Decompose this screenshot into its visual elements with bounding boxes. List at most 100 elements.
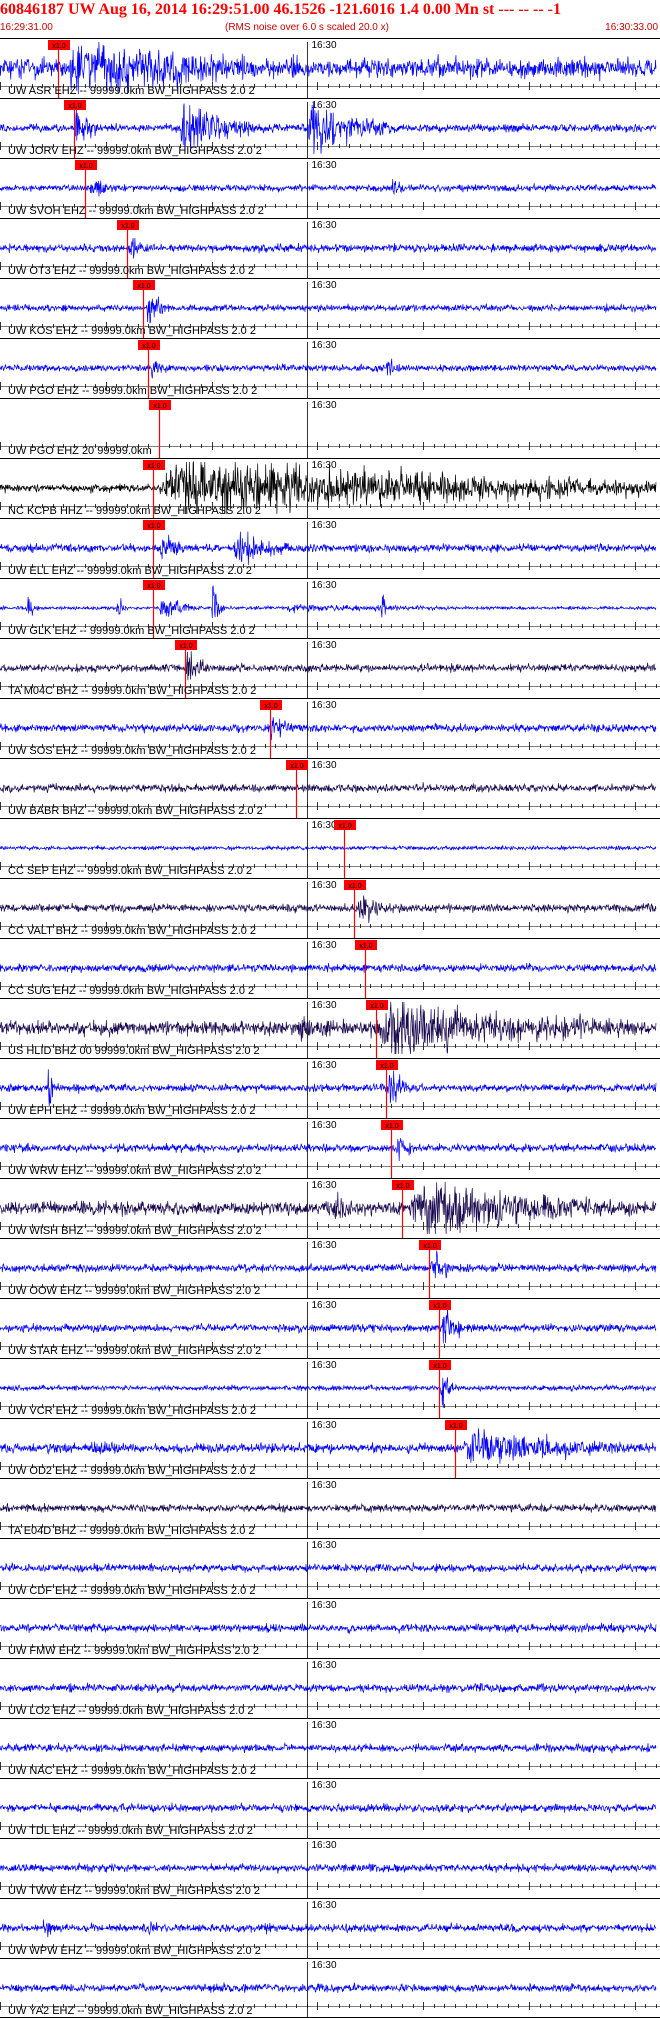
waveform bbox=[0, 782, 657, 794]
pick-label: x1.0 bbox=[147, 583, 160, 590]
trace-row: 16:30 x1.0 UW SOS EHZ -- 99999.0km BW_HIGH… bbox=[0, 698, 660, 758]
trace-row: 16:30 x1.0 UW OOW EHZ -- 99999.0km BW_HIGH… bbox=[0, 1238, 660, 1298]
trace-row: 16:30 x1.0 UW PGO EHZ 20 99999.0km bbox=[0, 398, 660, 458]
minute-label: 16:30 bbox=[312, 1720, 337, 1731]
pick-label: x1.0 bbox=[142, 343, 155, 350]
trace-row: 16:30 x1.0 UW WRW EHZ -- 99999.0km BW_HIGH… bbox=[0, 1118, 660, 1178]
station-label: UW TDL EHZ -- 99999.0km BW_HIGHPASS 2.0 … bbox=[8, 1825, 253, 1837]
minute-label: 16:30 bbox=[312, 1180, 337, 1191]
pick-label: x1.0 bbox=[137, 283, 150, 290]
minute-label: 16:30 bbox=[312, 460, 337, 471]
station-label: UW OD2 EHZ -- 99999.0km BW_HIGHPASS 2.0 … bbox=[8, 1465, 255, 1477]
pick-label: x1.0 bbox=[68, 103, 81, 110]
minute-label: 16:30 bbox=[312, 640, 337, 651]
minute-label: 16:30 bbox=[312, 400, 337, 411]
seismogram-header: 60846187 UW Aug 16, 2014 16:29:51.00 46.… bbox=[0, 0, 660, 38]
station-label: UW WPW EHZ -- 99999.0km BW_HIGHPASS 2.0 … bbox=[8, 1945, 261, 1957]
minute-label: 16:30 bbox=[312, 160, 337, 171]
trace-row: 16:30 x1.0 UW BABR BHZ -- 99999.0km BW_HIG… bbox=[0, 758, 660, 818]
minute-label: 16:30 bbox=[312, 1660, 337, 1671]
pick-label: x1.0 bbox=[79, 163, 92, 170]
station-label: UW JORV EHZ -- 99999.0km BW_HIGHPASS 2.0… bbox=[8, 145, 262, 157]
pick-label: x1.0 bbox=[147, 523, 160, 530]
minute-label: 16:30 bbox=[312, 880, 337, 891]
station-label: UW ASR EHZ -- 99999.0km BW_HIGHPASS 2.0 … bbox=[8, 85, 255, 97]
waveform bbox=[0, 1862, 657, 1874]
pick-label: x1.0 bbox=[370, 1003, 383, 1010]
station-label: NC KCPB HHZ -- 99999.0km BW_HIGHPASS 2.0… bbox=[8, 505, 261, 517]
station-label: TA E04D BHZ -- 99999.0km BW_HIGHPASS 2.0… bbox=[8, 1525, 255, 1537]
trace-row: 16:30 x1.0 UW EPH EHZ -- 99999.0km BW_HIGH… bbox=[0, 1058, 660, 1118]
waveform bbox=[0, 651, 657, 681]
waveform bbox=[0, 1682, 657, 1694]
waveform bbox=[0, 1503, 657, 1513]
minute-label: 16:30 bbox=[312, 1240, 337, 1251]
waveform bbox=[0, 358, 657, 379]
pick-label: x1.0 bbox=[433, 1303, 446, 1310]
station-label: UW EPH EHZ -- 99999.0km BW_HIGHPASS 2.0 … bbox=[8, 1105, 255, 1117]
station-label: UW TWW EHZ -- 99999.0km BW_HIGHPASS 2.0 … bbox=[8, 1885, 260, 1897]
pick-label: x1.0 bbox=[147, 463, 160, 470]
minute-label: 16:30 bbox=[312, 1780, 337, 1791]
minute-label: 16:30 bbox=[312, 940, 337, 951]
minute-label: 16:30 bbox=[312, 100, 337, 111]
station-label: UW GLK EHZ -- 99999.0km BW_HIGHPASS 2.0 … bbox=[8, 625, 255, 637]
waveform bbox=[0, 1377, 657, 1408]
pick-label: x1.0 bbox=[348, 883, 361, 890]
trace-row: 16:30 x1.0 UW PGO EHZ -- 99999.0km BW_HIGH… bbox=[0, 338, 660, 398]
minute-label: 16:30 bbox=[312, 1420, 337, 1431]
waveform bbox=[0, 895, 657, 924]
trace-row: 16:30 x1.0 UW WISH BHZ -- 99999.0km BW_HIG… bbox=[0, 1178, 660, 1238]
minute-label: 16:30 bbox=[312, 1000, 337, 1011]
trace-row: 16:30 UW YA2 EHZ -- 99999.0km BW_HIGHPASS… bbox=[0, 1958, 660, 2018]
waveform bbox=[0, 962, 657, 974]
trace-row: 16:30 x1.0 CC SEP EHZ -- 99999.0km BW_HIGH… bbox=[0, 818, 660, 878]
trace-row: 16:30 x1.0 UW GLK EHZ -- 99999.0km BW_HIGH… bbox=[0, 578, 660, 638]
minute-label: 16:30 bbox=[312, 820, 337, 831]
pick-label: x1.0 bbox=[449, 1423, 462, 1430]
station-label: UW KOS EHZ -- 99999.0km BW_HIGHPASS 2.0 … bbox=[8, 325, 256, 337]
waveform bbox=[0, 1428, 657, 1464]
pick-label: x1.0 bbox=[290, 763, 303, 770]
waveform bbox=[0, 1919, 657, 1938]
trace-row: 16:30 x1.0 UW OT3 EHZ -- 99999.0km BW_HIGH… bbox=[0, 218, 660, 278]
station-label: UW STAR EHZ -- 99999.0km BW_HIGHPASS 2.0… bbox=[8, 1345, 261, 1357]
minute-label: 16:30 bbox=[312, 1480, 337, 1491]
pick-label: x1.0 bbox=[433, 1363, 446, 1370]
trace-row: 16:30 x1.0 UW ASR EHZ -- 99999.0km BW_HIGH… bbox=[0, 38, 660, 98]
station-label: UW SOS EHZ -- 99999.0km BW_HIGHPASS 2.0 … bbox=[8, 745, 256, 757]
trace-row: 16:30 x1.0 UW SVOH EHZ -- 99999.0km BW_HIG… bbox=[0, 158, 660, 218]
minute-label: 16:30 bbox=[312, 1540, 337, 1551]
trace-row: 16:30 x1.0 UW VCR EHZ -- 99999.0km BW_HIGH… bbox=[0, 1358, 660, 1418]
station-label: UW LO2 EHZ -- 99999.0km BW_HIGHPASS 2.0 … bbox=[8, 1705, 254, 1717]
trace-row: 16:30 x1.0 CC SUG EHZ -- 99999.0km BW_HIGH… bbox=[0, 938, 660, 998]
minute-label: 16:30 bbox=[312, 520, 337, 531]
pick-label: x1.0 bbox=[396, 1183, 409, 1190]
station-label: US HLID BHZ 00 99999.0km BW_HIGHPASS 2.0… bbox=[8, 1045, 260, 1057]
waveform bbox=[0, 531, 657, 565]
end-time-label: 16:30:33.00 bbox=[605, 22, 658, 33]
station-label: UW YA2 EHZ -- 99999.0km BW_HIGHPASS 2.0 … bbox=[8, 2005, 253, 2017]
trace-row: 16:30 UW NAC EHZ -- 99999.0km BW_HIGHPASS… bbox=[0, 1718, 660, 1778]
minute-label: 16:30 bbox=[312, 220, 337, 231]
trace-row: 16:30 x1.0 UW OD2 EHZ -- 99999.0km BW_HIGH… bbox=[0, 1418, 660, 1478]
minute-label: 16:30 bbox=[312, 1600, 337, 1611]
minute-label: 16:30 bbox=[312, 340, 337, 351]
minute-label: 16:30 bbox=[312, 1060, 337, 1071]
waveform bbox=[0, 1742, 657, 1754]
minute-label: 16:30 bbox=[312, 1300, 337, 1311]
pick-label: x1.0 bbox=[423, 1243, 436, 1250]
trace-row: 16:30 x1.0 UW STAR EHZ -- 99999.0km BW_HIG… bbox=[0, 1298, 660, 1358]
minute-label: 16:30 bbox=[312, 1960, 337, 1971]
trace-row: 16:30 x1.0 NC KCPB HHZ -- 99999.0km BW_HIG… bbox=[0, 458, 660, 518]
pick-label: x1.0 bbox=[179, 643, 192, 650]
pick-label: x1.0 bbox=[338, 823, 351, 830]
waveform bbox=[0, 1562, 657, 1574]
minute-label: 16:30 bbox=[312, 1840, 337, 1851]
pick-label: x1.0 bbox=[380, 1063, 393, 1070]
trace-row: 16:30 x1.0 UW JORV EHZ -- 99999.0km BW_HIG… bbox=[0, 98, 660, 158]
trace-row: 16:30 x1.0 UW KOS EHZ -- 99999.0km BW_HIGH… bbox=[0, 278, 660, 338]
minute-label: 16:30 bbox=[312, 1360, 337, 1371]
waveform bbox=[0, 717, 657, 741]
minute-label: 16:30 bbox=[312, 700, 337, 711]
